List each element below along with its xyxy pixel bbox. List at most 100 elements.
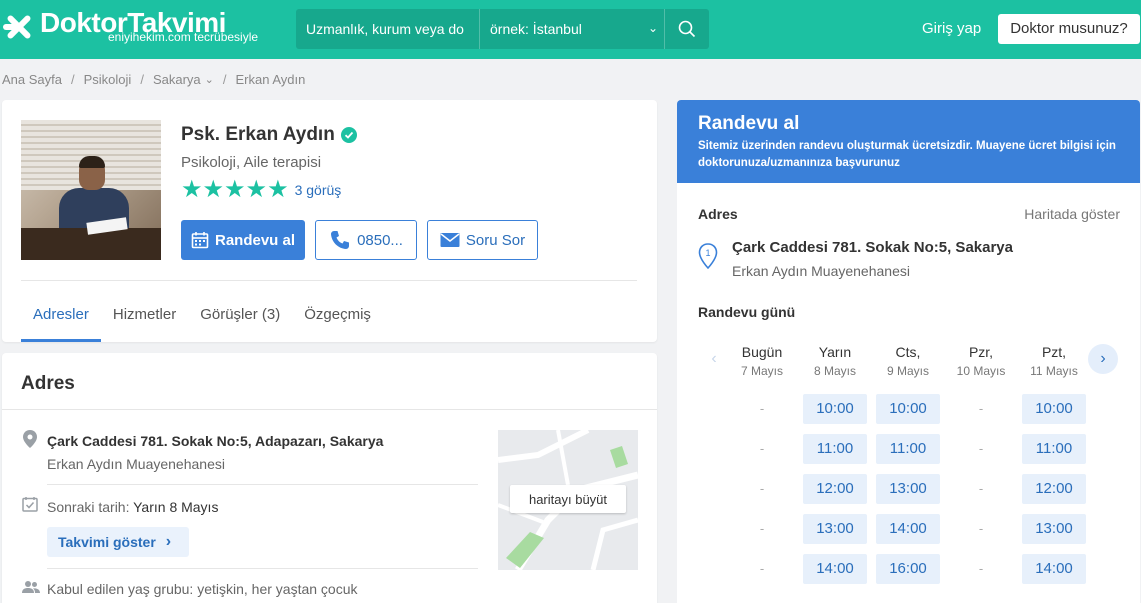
tab-services[interactable]: Hizmetler [101,296,188,342]
time-slot-button[interactable]: 13:00 [876,474,940,504]
show-on-map-link[interactable]: Haritada göster [1024,206,1120,222]
booking-address-label: Adres [698,206,738,222]
address-street: Çark Caddesi 781. Sokak No:5, Adapazarı,… [47,433,384,449]
no-slot: - [978,481,984,496]
calendar-check-icon [22,496,38,517]
logo-subtitle: eniyihekim.com tecrübesiyle [108,30,259,44]
no-slot: - [978,441,984,456]
no-slot: - [759,481,765,496]
appointment-day-label: Randevu günü [698,304,796,320]
location-pin-icon [23,430,37,453]
breadcrumb-home[interactable]: Ana Sayfa [2,72,62,87]
reviews-link[interactable]: 3 görüş [295,182,342,198]
time-slot-button[interactable]: 16:00 [876,554,940,584]
no-slot: - [978,561,984,576]
search-button[interactable] [665,9,709,49]
prev-days-button[interactable]: ‹ [699,344,729,374]
search-icon [678,20,696,38]
chevron-down-icon[interactable]: ⌄ [205,73,214,86]
time-slot-button[interactable]: 11:00 [1022,434,1086,464]
location-placeholder: örnek: İstanbul [490,21,582,37]
no-slot: - [978,521,984,536]
breadcrumb-separator: / [140,72,144,87]
show-calendar-label: Takvimi göster [58,534,156,550]
time-slot-button[interactable]: 13:00 [1022,514,1086,544]
no-slot: - [978,401,984,416]
specialty-search-input[interactable]: Uzmanlık, kurum veya do [296,9,480,49]
star-icon: ★ [267,176,289,203]
breadcrumb-specialty[interactable]: Psikoloji [84,72,132,87]
next-date-label: Sonraki tarih: [47,499,130,515]
star-icon: ★ [224,176,246,203]
doctor-photo [21,120,161,260]
star-icon: ★ [245,176,268,203]
day-name: Pzt, [1041,344,1067,360]
tab-addresses[interactable]: Adresler [21,296,101,342]
doctor-name-row: Psk. Erkan Aydın [181,124,357,146]
phone-icon [331,231,350,249]
divider [2,409,657,410]
no-slot: - [759,561,765,576]
time-slot-button[interactable]: 14:00 [803,554,867,584]
time-slot-button[interactable]: 13:00 [803,514,867,544]
time-slot-button[interactable]: 12:00 [1022,474,1086,504]
day-header: Pzt, 11 Mayıs [1021,344,1087,378]
chevron-right-icon: › [1100,350,1106,367]
time-slot-button[interactable]: 10:00 [1022,394,1086,424]
time-slot-button[interactable]: 12:00 [803,474,867,504]
calendar-icon [191,232,209,249]
rating-stars[interactable]: ★ ★ ★ ★ ★ 3 görüş [181,178,341,202]
breadcrumb-separator: / [222,72,227,87]
tab-cv[interactable]: Özgeçmiş [292,296,383,342]
time-slot-button[interactable]: 11:00 [876,434,940,464]
time-slot-button[interactable]: 10:00 [876,394,940,424]
doctor-specialty: Psikoloji, Aile terapisi [181,154,322,171]
star-icon: ★ [181,176,203,203]
day-name: Bugün [741,344,783,360]
location-search-input[interactable]: örnek: İstanbul ⌄ [480,9,665,49]
phone-number: 0850... [357,231,403,249]
day-name: Yarın [818,344,852,360]
breadcrumb-current: Erkan Aydın [235,72,306,87]
divider [47,484,478,485]
chevron-right-icon: › [165,533,172,550]
breadcrumb-city[interactable]: Sakarya [153,72,201,87]
time-slot-button[interactable]: 14:00 [876,514,940,544]
verified-check-icon [340,127,357,143]
next-date: Sonraki tarih: Yarın 8 Mayıs [47,499,218,515]
day-date: 10 Mayıs [956,364,1006,378]
enlarge-map-button[interactable]: haritayı büyüt [510,485,626,513]
day-header: Pzr, 10 Mayıs [948,344,1014,378]
tab-reviews[interactable]: Görüşler (3) [188,296,292,342]
people-icon [22,580,40,599]
logo-mark-icon [2,10,36,44]
day-date: 11 Mayıs [1030,364,1078,378]
booking-info: Sitemiz üzerinden randevu oluşturmak ücr… [698,140,1116,169]
booking-title: Randevu al [698,113,800,134]
show-calendar-button[interactable]: Takvimi göster › [47,527,189,557]
doctor-button[interactable]: Doktor musunuz? [998,14,1140,44]
time-slot-button[interactable]: 11:00 [803,434,867,464]
search-bar: Uzmanlık, kurum veya do örnek: İstanbul … [296,9,709,49]
next-days-button[interactable]: › [1088,344,1118,374]
ask-question-button[interactable]: Soru Sor [427,220,538,260]
booking-panel: Randevu al Sitemiz üzerinden randevu olu… [677,100,1140,603]
divider [21,280,637,281]
chevron-down-icon: ⌄ [647,21,658,35]
address-card: Adres Çark Caddesi 781. Sokak No:5, Adap… [2,353,657,603]
day-date: 9 Mayıs [886,364,929,378]
book-appointment-button[interactable]: Randevu al [181,220,305,260]
map-thumbnail[interactable]: haritayı büyüt [498,430,638,570]
doctor-name[interactable]: Psk. Erkan Aydın [181,124,335,146]
day-header: Yarın 8 Mayıs [802,344,868,378]
time-slot-button[interactable]: 14:00 [1022,554,1086,584]
chevron-left-icon: ‹ [711,350,717,367]
time-slot-button[interactable]: 10:00 [803,394,867,424]
address-title: Adres [21,373,75,394]
age-group: Kabul edilen yaş grubu: yetişkin, her ya… [47,581,358,597]
location-pin-icon: 1 [698,243,718,274]
day-date: 7 Mayıs [740,364,783,378]
day-header: Bugün 7 Mayıs [729,344,795,378]
phone-button[interactable]: 0850... [315,220,417,260]
login-link[interactable]: Giriş yap [922,20,981,37]
